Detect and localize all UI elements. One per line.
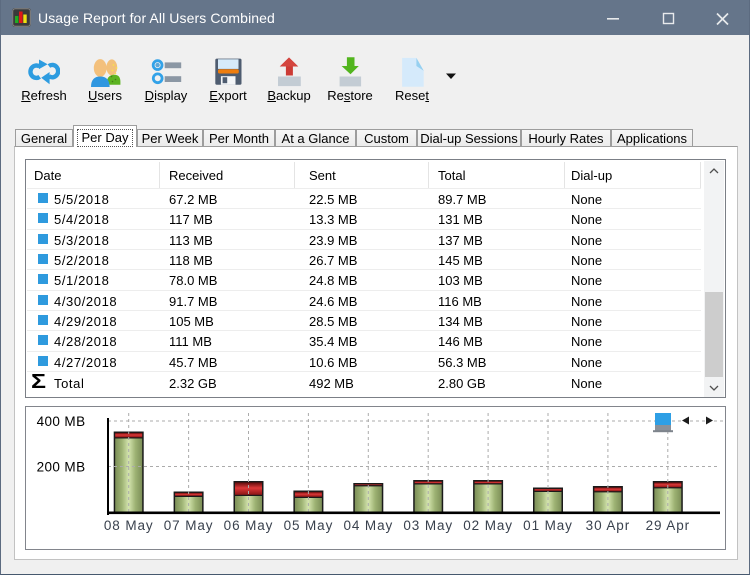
svg-text:06 May: 06 May [224, 518, 274, 533]
svg-text:30 Apr: 30 Apr [586, 518, 630, 533]
svg-text:08 May: 08 May [104, 518, 154, 533]
svg-text:01 May: 01 May [523, 518, 573, 533]
svg-text:05 May: 05 May [284, 518, 334, 533]
svg-text:03 May: 03 May [403, 518, 453, 533]
svg-text:400 MB: 400 MB [37, 414, 86, 429]
svg-text:07 May: 07 May [164, 518, 214, 533]
svg-text:29 Apr: 29 Apr [646, 518, 690, 533]
svg-text:02 May: 02 May [463, 518, 513, 533]
svg-text:200 MB: 200 MB [37, 459, 86, 474]
svg-text:04 May: 04 May [343, 518, 393, 533]
